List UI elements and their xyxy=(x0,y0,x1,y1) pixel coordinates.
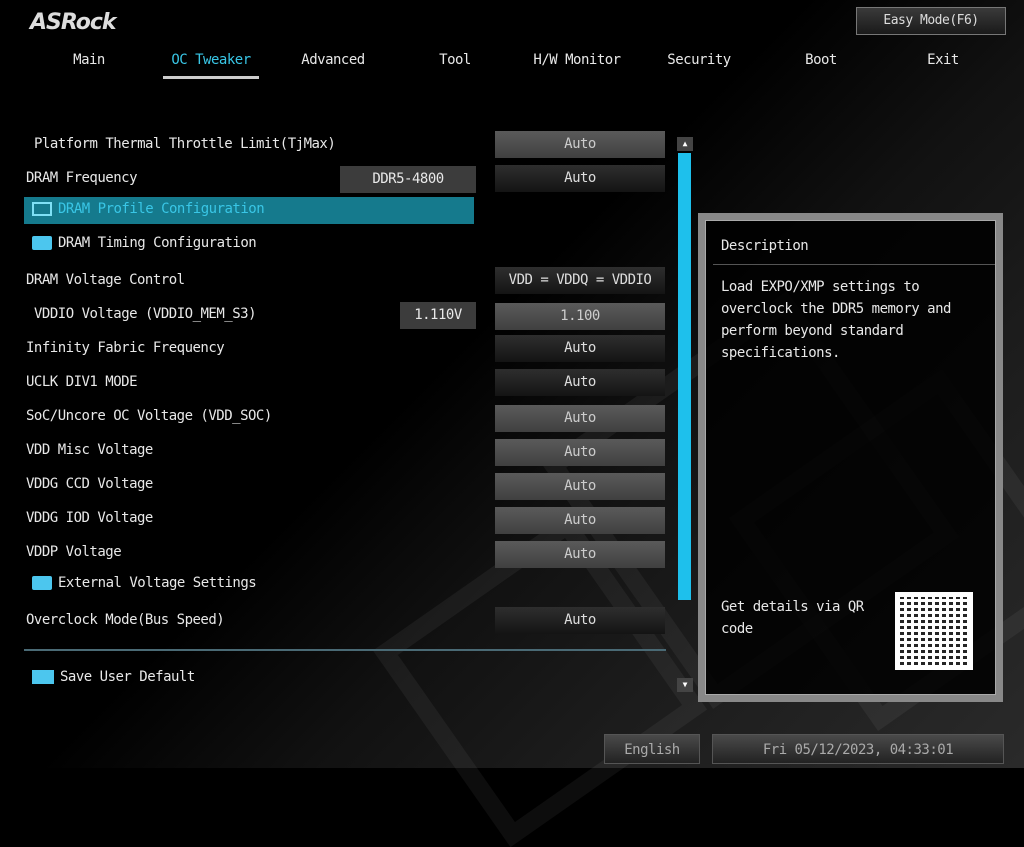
folder-icon xyxy=(32,236,52,250)
tab-oc-tweaker[interactable]: OC Tweaker xyxy=(150,52,272,68)
divider xyxy=(713,264,995,265)
tab-tool[interactable]: Tool xyxy=(394,52,516,68)
active-tab-indicator xyxy=(163,76,259,79)
tab-advanced[interactable]: Advanced xyxy=(272,52,394,68)
setting-value[interactable]: Auto xyxy=(495,473,665,500)
setting-label[interactable]: Platform Thermal Throttle Limit(TjMax) xyxy=(34,134,336,154)
setting-value[interactable]: VDD = VDDQ = VDDIO xyxy=(495,267,665,294)
setting-label[interactable]: DRAM Frequency xyxy=(26,168,138,188)
qr-text: Get details via QR code xyxy=(721,599,864,637)
setting-label[interactable]: DRAM Voltage Control xyxy=(26,270,185,290)
description-text: Load EXPO/XMP settings to overclock the … xyxy=(721,279,951,361)
scroll-up-icon[interactable]: ▲ xyxy=(677,137,693,151)
bios-icon xyxy=(32,670,54,684)
description-panel: Description Load EXPO/XMP settings to ov… xyxy=(698,213,1003,702)
tab-main[interactable]: Main xyxy=(28,52,150,68)
scroll-down-icon[interactable]: ▼ xyxy=(677,678,693,692)
datetime-display: Fri 05/12/2023, 04:33:01 xyxy=(712,734,1004,764)
setting-label[interactable]: SoC/Uncore OC Voltage (VDD_SOC) xyxy=(26,406,272,426)
scrollbar-thumb[interactable] xyxy=(678,153,691,600)
setting-label[interactable]: Overclock Mode(Bus Speed) xyxy=(26,610,225,630)
scrollbar[interactable]: ▲ ▼ xyxy=(677,137,693,694)
setting-value[interactable]: Auto xyxy=(495,335,665,362)
divider xyxy=(24,649,666,651)
submenu-dram-timing[interactable]: DRAM Timing Configuration xyxy=(32,233,257,253)
setting-label[interactable]: VDDIO Voltage (VDDIO_MEM_S3) xyxy=(34,304,257,324)
setting-value[interactable]: Auto xyxy=(495,507,665,534)
setting-value[interactable]: Auto xyxy=(495,165,665,192)
tab-hw-monitor[interactable]: H/W Monitor xyxy=(516,52,638,68)
submenu-label: External Voltage Settings xyxy=(58,575,257,591)
language-button[interactable]: English xyxy=(604,734,700,764)
tab-boot[interactable]: Boot xyxy=(760,52,882,68)
submenu-dram-profile[interactable]: DRAM Profile Configuration xyxy=(32,199,265,219)
tab-security[interactable]: Security xyxy=(638,52,760,68)
setting-label[interactable]: Infinity Fabric Frequency xyxy=(26,338,225,358)
submenu-external-voltage[interactable]: External Voltage Settings xyxy=(32,573,257,593)
setting-value[interactable]: Auto xyxy=(495,541,665,568)
setting-label[interactable]: UCLK DIV1 MODE xyxy=(26,372,138,392)
setting-label[interactable]: VDD Misc Voltage xyxy=(26,440,153,460)
setting-value[interactable]: Auto xyxy=(495,405,665,432)
submenu-label: DRAM Profile Configuration xyxy=(58,201,265,217)
current-value: DDR5-4800 xyxy=(340,166,476,193)
tab-exit[interactable]: Exit xyxy=(882,52,1004,68)
qr-code xyxy=(895,592,973,670)
setting-value[interactable]: Auto xyxy=(495,439,665,466)
asrock-logo: ASRock xyxy=(30,10,117,35)
setting-label[interactable]: VDDG CCD Voltage xyxy=(26,474,153,494)
save-user-default[interactable]: Save User Default xyxy=(32,667,195,687)
setting-label[interactable]: VDDP Voltage xyxy=(26,542,122,562)
current-value: 1.110V xyxy=(400,302,476,329)
setting-value[interactable]: 1.100 xyxy=(495,303,665,330)
folder-icon xyxy=(32,576,52,590)
easy-mode-button[interactable]: Easy Mode(F6) xyxy=(856,7,1006,35)
memory-icon xyxy=(32,202,52,216)
description-title: Description xyxy=(721,238,809,254)
setting-label[interactable]: VDDG IOD Voltage xyxy=(26,508,153,528)
save-user-default-label: Save User Default xyxy=(60,669,195,685)
submenu-label: DRAM Timing Configuration xyxy=(58,235,257,251)
setting-value[interactable]: Auto xyxy=(495,369,665,396)
setting-value[interactable]: Auto xyxy=(495,131,665,158)
setting-value[interactable]: Auto xyxy=(495,607,665,634)
